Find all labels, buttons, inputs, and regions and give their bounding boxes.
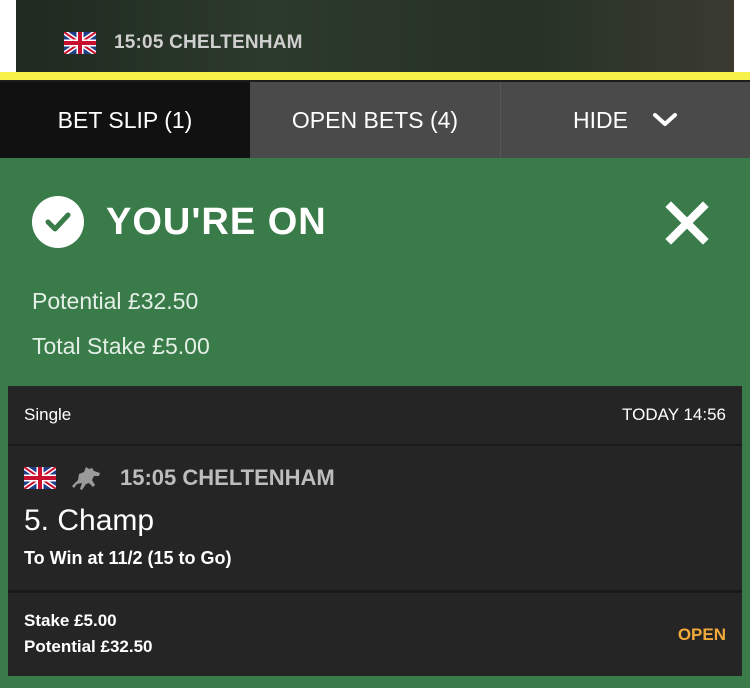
uk-flag-icon (64, 32, 96, 54)
race-video-strip: 15:05 CHELTENHAM (0, 0, 750, 72)
bet-potential: Potential £32.50 (24, 637, 153, 656)
accent-bar (0, 72, 750, 80)
bet-race-title: 15:05 CHELTENHAM (120, 465, 335, 490)
bet-tabs: BET SLIP (1) OPEN BETS (4) HIDE (0, 82, 750, 158)
bet-card: Single TODAY 14:56 15:05 CHELTENHAM 5. C… (8, 386, 742, 676)
tab-open-bets-label: OPEN BETS (4) (291, 106, 459, 133)
bet-card-header: Single TODAY 14:56 (8, 386, 742, 446)
bet-selection: 5. Champ (24, 504, 155, 537)
close-icon[interactable] (664, 200, 710, 246)
tab-bet-slip-label: BET SLIP (1) (57, 106, 193, 133)
bet-placed-time: TODAY 14:56 (622, 405, 726, 424)
summary-total-stake: Total Stake £5.00 (32, 333, 210, 359)
bet-type: Single (24, 405, 72, 424)
confirmation-title: YOU'RE ON (106, 201, 327, 243)
bet-confirmation: YOU'RE ON Potential £32.50 Total Stake £… (0, 158, 750, 386)
bet-market: To Win at 11/2 (15 to Go) (24, 548, 232, 568)
tab-bet-slip[interactable]: BET SLIP (1) (0, 82, 250, 158)
bet-status-badge: OPEN (677, 625, 726, 644)
bet-slip-page: 15:05 CHELTENHAM BET SLIP (1) OPEN BETS … (0, 0, 750, 688)
bet-card-body: 15:05 CHELTENHAM 5. Champ To Win at 11/2… (8, 448, 742, 588)
check-circle-icon (32, 196, 84, 248)
hide-button[interactable]: HIDE (500, 82, 750, 158)
bet-race-row: 15:05 CHELTENHAM (24, 464, 335, 492)
check-icon (45, 212, 71, 232)
race-video[interactable]: 15:05 CHELTENHAM (16, 0, 734, 72)
horse-racing-icon (72, 467, 100, 490)
race-header: 15:05 CHELTENHAM (64, 32, 303, 54)
summary-potential: Potential £32.50 (32, 288, 199, 314)
bet-card-footer: Stake £5.00 Potential £32.50 OPEN (8, 590, 742, 676)
race-title: 15:05 CHELTENHAM (114, 32, 303, 53)
tab-open-bets[interactable]: OPEN BETS (4) (250, 82, 500, 158)
chevron-down-icon (652, 113, 677, 126)
hide-label: HIDE (573, 106, 628, 133)
bet-stake: Stake £5.00 (24, 611, 117, 630)
uk-flag-icon (24, 467, 56, 489)
